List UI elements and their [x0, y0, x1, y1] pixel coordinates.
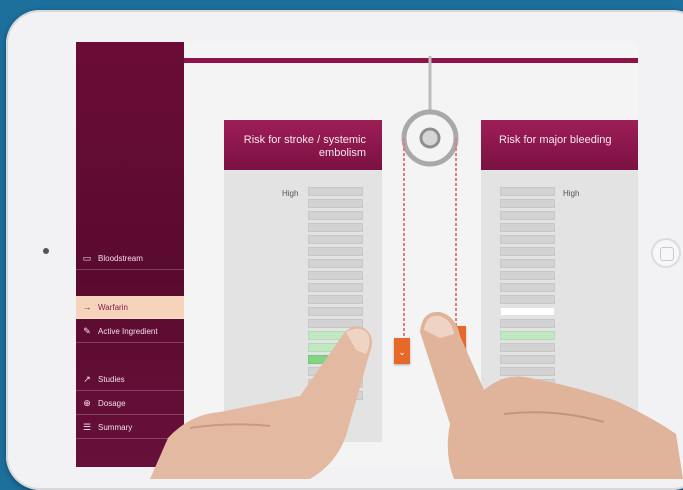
- stroke-risk-title: Risk for stroke / systemic embolism: [243, 134, 366, 159]
- risk-bar-segment: [308, 307, 363, 316]
- risk-bar-segment: [308, 259, 363, 268]
- bleeding-risk-header: Risk for major bleeding: [481, 120, 638, 170]
- arrow-right-icon: →: [82, 302, 92, 312]
- summary-icon: ☰: [82, 421, 92, 432]
- bloodstream-icon: ▭: [82, 252, 92, 263]
- risk-bar-segment: [308, 271, 363, 280]
- pulley-hub: [419, 127, 441, 149]
- risk-bar-segment: [500, 283, 555, 292]
- risk-bar-segment: [308, 295, 363, 304]
- right-hand: [420, 311, 683, 479]
- risk-bar-segment: [500, 259, 555, 268]
- risk-bar-segment: [308, 223, 363, 232]
- risk-bar-segment: [308, 283, 363, 292]
- home-button[interactable]: [651, 238, 681, 268]
- sidebar-item-warfarin[interactable]: → Warfarin: [76, 296, 184, 319]
- risk-bar-segment: [500, 223, 555, 232]
- risk-bar-segment: [308, 247, 363, 256]
- active-ingredient-icon: ✎: [83, 325, 91, 336]
- left-hand: [150, 326, 372, 479]
- sidebar-item-label: Active Ingredient: [98, 326, 158, 336]
- risk-bar-segment: [500, 187, 555, 196]
- bleeding-risk-title: Risk for major bleeding: [499, 134, 612, 146]
- risk-bar-segment: [500, 235, 555, 244]
- sidebar-item-label: Warfarin: [98, 302, 128, 312]
- risk-bar-segment: [500, 211, 555, 220]
- sidebar-item-label: Studies: [98, 374, 125, 384]
- stroke-weight-handle[interactable]: ⌄: [394, 338, 410, 364]
- risk-bar-segment: [500, 295, 555, 304]
- risk-bar-segment: [308, 187, 363, 196]
- risk-bar-segment: [500, 199, 555, 208]
- risk-bar-segment: [308, 235, 363, 244]
- risk-bar-segment: [308, 199, 363, 208]
- front-camera: [43, 248, 49, 254]
- high-label: High: [563, 189, 580, 198]
- studies-icon: ↗: [83, 373, 91, 384]
- dosage-icon: ⊕: [83, 397, 91, 408]
- risk-bar-segment: [500, 247, 555, 256]
- stroke-risk-header: Risk for stroke / systemic embolism: [224, 120, 382, 170]
- sidebar-item-label: Summary: [98, 422, 133, 432]
- risk-bar-segment: [500, 271, 555, 280]
- sidebar-item-label: Bloodstream: [98, 253, 143, 263]
- risk-bar-segment: [308, 211, 363, 220]
- sidebar-item-bloodstream[interactable]: ▭ Bloodstream: [76, 247, 184, 270]
- high-label: High: [282, 189, 299, 198]
- sidebar-item-label: Dosage: [98, 398, 126, 408]
